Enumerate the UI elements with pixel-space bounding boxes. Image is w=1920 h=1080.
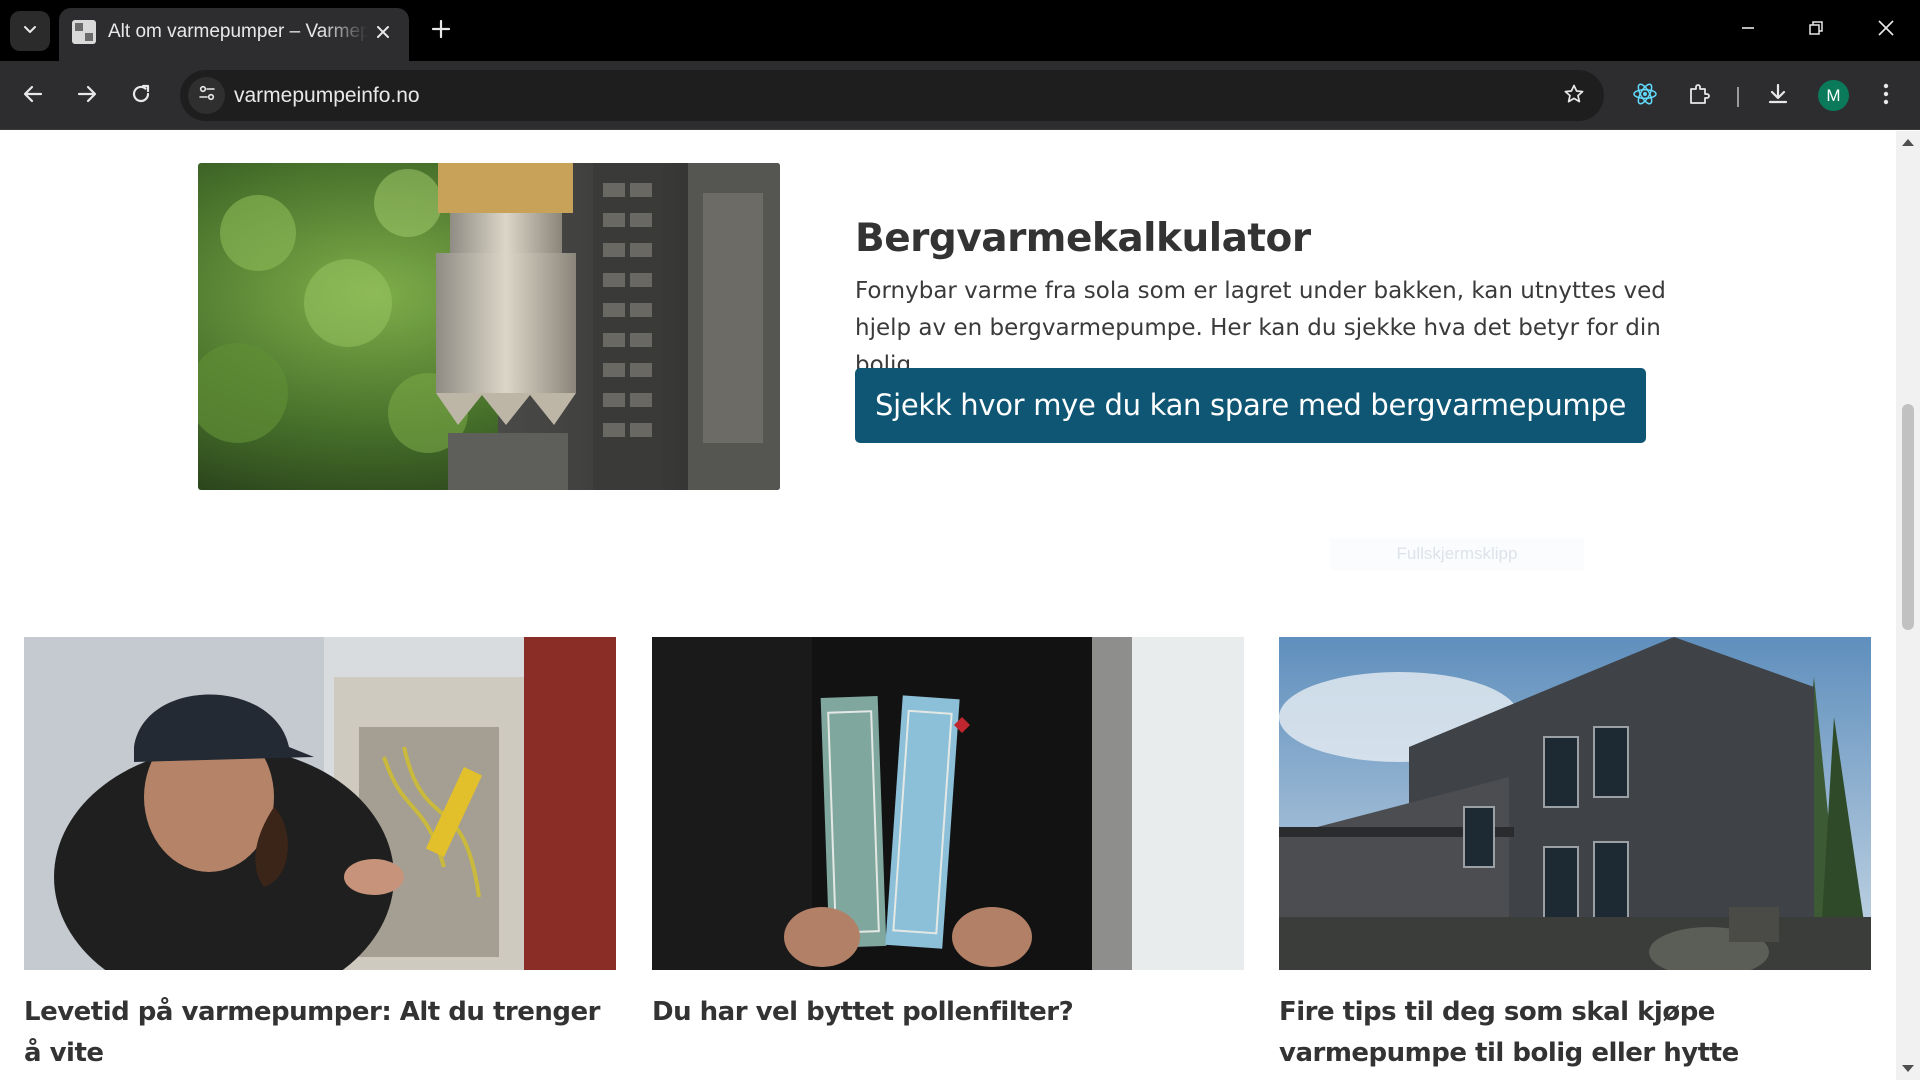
close-icon[interactable] — [371, 20, 395, 44]
bookmark-button[interactable] — [1558, 80, 1590, 112]
arrow-right-icon — [76, 83, 98, 110]
scroll-down-arrow-icon[interactable] — [1902, 1065, 1914, 1072]
tab-search-button[interactable] — [10, 11, 50, 51]
arrow-left-icon — [22, 83, 44, 110]
article-title[interactable]: Levetid på varmepumper: Alt du trenger å… — [24, 992, 616, 1074]
browser-menu-button[interactable] — [1867, 77, 1905, 115]
calculator-title: Bergvarmekalkulator — [855, 216, 1311, 261]
modern-house-image — [1279, 637, 1871, 970]
article-title[interactable]: Fire tips til deg som skal kjøpe varmepu… — [1279, 992, 1871, 1074]
scrollbar-thumb[interactable] — [1902, 404, 1914, 630]
tune-icon — [197, 83, 217, 108]
reload-button[interactable] — [122, 77, 160, 115]
article-card[interactable]: Levetid på varmepumper: Alt du trenger å… — [24, 637, 616, 1074]
article-card[interactable]: Du har vel byttet pollenfilter? — [652, 637, 1244, 1033]
react-devtools-extension-button[interactable] — [1626, 77, 1664, 115]
technician-image — [24, 637, 616, 970]
reload-icon — [130, 83, 152, 110]
chevron-down-icon — [22, 21, 38, 42]
calculator-cta-button[interactable]: Sjekk hvor mye du kan spare med bergvarm… — [855, 368, 1646, 443]
download-icon — [1766, 82, 1790, 111]
back-button[interactable] — [14, 77, 52, 115]
new-tab-button[interactable] — [424, 14, 458, 48]
forward-button[interactable] — [68, 77, 106, 115]
restore-button[interactable] — [1792, 8, 1840, 52]
page-scrollbar[interactable] — [1896, 131, 1920, 1080]
drilling-rig-image — [198, 163, 780, 490]
article-title[interactable]: Du har vel byttet pollenfilter? — [652, 992, 1244, 1033]
close-window-button[interactable] — [1862, 8, 1910, 52]
browser-tab-active[interactable]: Alt om varmepumper – Varmepumpeinfo — [59, 8, 409, 61]
minimize-button[interactable] — [1724, 8, 1772, 52]
react-atom-icon — [1632, 81, 1658, 112]
plus-icon — [431, 19, 451, 44]
browser-toolbar: varmepumpeinfo.no M — [0, 61, 1920, 130]
profile-avatar[interactable]: M — [1818, 80, 1849, 111]
pollen-filter-image — [652, 637, 1244, 970]
restore-icon — [1808, 20, 1824, 41]
url-text[interactable]: varmepumpeinfo.no — [234, 82, 420, 109]
site-info-button[interactable] — [188, 77, 225, 114]
browser-tab-strip: Alt om varmepumper – Varmepumpeinfo — [0, 0, 1920, 61]
extensions-button[interactable] — [1680, 77, 1718, 115]
minimize-icon — [1740, 20, 1756, 41]
star-icon — [1563, 83, 1585, 110]
article-card[interactable]: Fire tips til deg som skal kjøpe varmepu… — [1279, 637, 1871, 1074]
tab-title: Alt om varmepumper – Varmepumpeinfo — [108, 21, 368, 42]
site-favicon-icon — [72, 20, 96, 44]
toolbar-divider — [1737, 87, 1739, 107]
close-icon — [1877, 19, 1895, 42]
screen-clip-overlay-label: Fullskjermsklipp — [1330, 538, 1584, 570]
more-vertical-icon — [1883, 83, 1889, 110]
scroll-up-arrow-icon[interactable] — [1902, 139, 1914, 146]
puzzle-icon — [1687, 82, 1711, 111]
page-viewport: Bergvarmekalkulator Fornybar varme fra s… — [0, 131, 1920, 1080]
address-bar[interactable]: varmepumpeinfo.no — [180, 70, 1604, 121]
downloads-button[interactable] — [1759, 77, 1797, 115]
